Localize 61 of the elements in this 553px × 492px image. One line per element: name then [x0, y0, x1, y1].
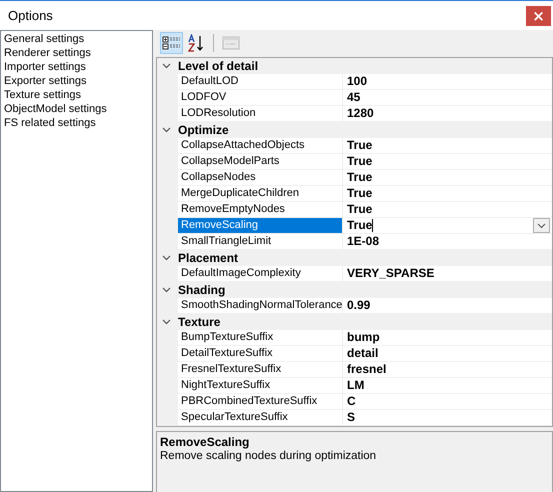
property-value[interactable]: fresnel: [347, 362, 386, 377]
property-name[interactable]: LODResolution: [178, 106, 343, 121]
sidebar-item[interactable]: Renderer settings: [4, 46, 149, 60]
property-value[interactable]: VERY_SPARSE: [347, 266, 434, 281]
property-name[interactable]: SmallTriangleLimit: [178, 234, 343, 249]
category-header[interactable]: Shading: [178, 283, 226, 297]
window-title: Options: [8, 8, 53, 23]
property-name[interactable]: RemoveScaling: [178, 218, 343, 233]
sidebar-item[interactable]: Importer settings: [4, 60, 149, 74]
collapse-icon[interactable]: [162, 63, 171, 69]
collapse-icon[interactable]: [162, 319, 171, 325]
sidebar-item[interactable]: General settings: [4, 32, 149, 46]
sidebar-item[interactable]: Exporter settings: [4, 74, 149, 88]
chevron-down-icon: [537, 222, 546, 228]
property-value[interactable]: 1E-08: [347, 234, 380, 249]
close-button[interactable]: ×: [526, 6, 551, 26]
property-name[interactable]: SpecularTextureSuffix: [178, 410, 343, 425]
property-value[interactable]: True: [347, 154, 372, 169]
text-cursor: [372, 219, 374, 232]
property-value[interactable]: 45: [347, 90, 360, 105]
property-value[interactable]: True: [347, 170, 372, 185]
description-text: Remove scaling nodes during optimization: [160, 449, 378, 463]
collapse-icon[interactable]: [162, 127, 171, 133]
property-name[interactable]: FresnelTextureSuffix: [178, 362, 343, 377]
property-value[interactable]: 0.99: [347, 298, 370, 313]
property-value[interactable]: True: [347, 138, 372, 153]
category-header[interactable]: Placement: [178, 251, 238, 265]
property-name[interactable]: RemoveEmptyNodes: [178, 202, 343, 217]
sidebar-item[interactable]: Texture settings: [4, 88, 149, 102]
sidebar-item[interactable]: ObjectModel settings: [4, 102, 149, 116]
property-value[interactable]: 100: [347, 74, 368, 89]
property-name[interactable]: BumpTextureSuffix: [178, 330, 343, 345]
category-header[interactable]: Level of detail: [178, 59, 258, 73]
property-value[interactable]: True: [347, 218, 372, 233]
collapse-icon[interactable]: [162, 255, 171, 261]
dropdown-button[interactable]: [533, 218, 550, 233]
property-value[interactable]: 1280: [347, 106, 374, 121]
property-value[interactable]: LM: [347, 378, 364, 393]
property-name[interactable]: CollapseNodes: [178, 170, 343, 185]
category-header[interactable]: Texture: [178, 315, 220, 329]
sidebar-item[interactable]: FS related settings: [4, 116, 149, 130]
description-title: RemoveScaling: [160, 435, 250, 449]
property-value[interactable]: True: [347, 202, 372, 217]
property-value[interactable]: detail: [347, 346, 378, 361]
property-name[interactable]: NightTextureSuffix: [178, 378, 343, 393]
property-value[interactable]: C: [347, 394, 356, 409]
property-value[interactable]: bump: [347, 330, 380, 345]
property-name[interactable]: SmoothShadingNormalTolerance: [178, 298, 343, 313]
property-name[interactable]: CollapseModelParts: [178, 154, 343, 169]
category-header[interactable]: Optimize: [178, 123, 229, 137]
collapse-icon[interactable]: [162, 287, 171, 293]
property-name[interactable]: MergeDuplicateChildren: [178, 186, 343, 201]
property-name[interactable]: LODFOV: [178, 90, 343, 105]
categorized-view-button[interactable]: [160, 32, 183, 54]
property-name[interactable]: DefaultImageComplexity: [178, 266, 343, 281]
property-value[interactable]: S: [347, 410, 356, 425]
property-name[interactable]: DefaultLOD: [178, 74, 343, 89]
property-value[interactable]: True: [347, 186, 372, 201]
property-name[interactable]: DetailTextureSuffix: [178, 346, 343, 361]
property-name[interactable]: CollapseAttachedObjects: [178, 138, 343, 153]
property-name[interactable]: PBRCombinedTextureSuffix: [178, 394, 343, 409]
